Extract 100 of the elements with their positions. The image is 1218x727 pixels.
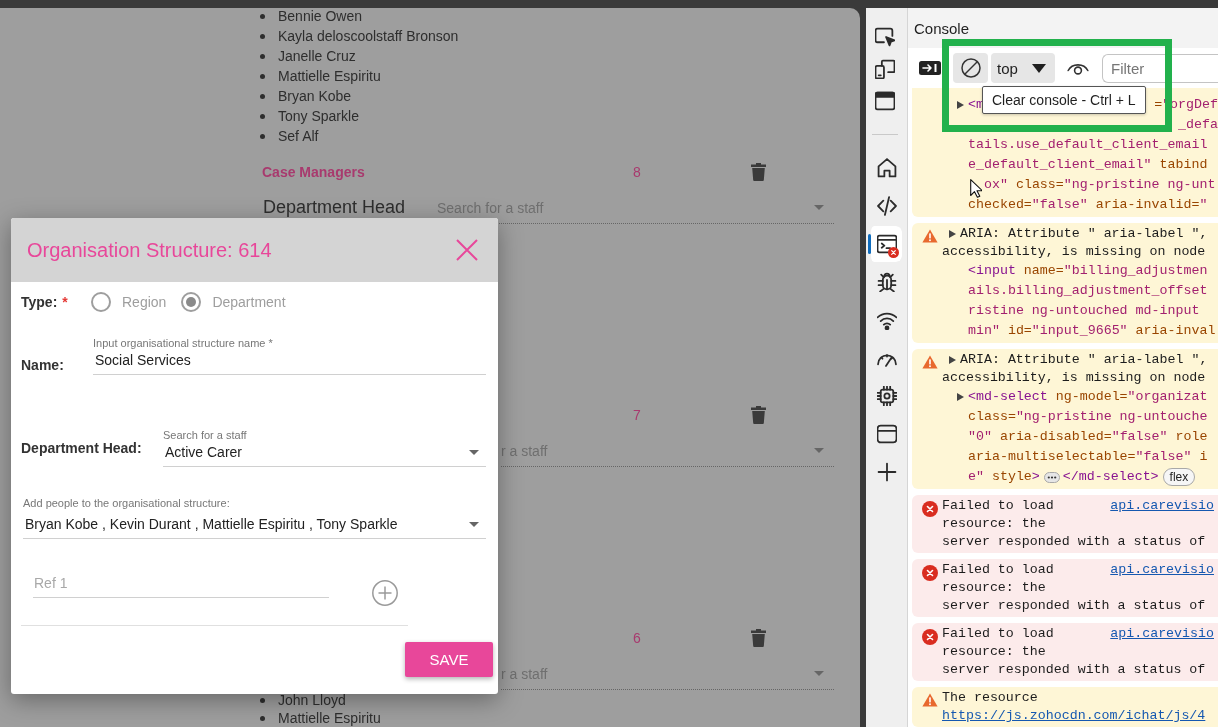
code-icon xyxy=(876,196,897,216)
ellipsis-icon[interactable] xyxy=(1043,471,1060,483)
staff-name: Tony Sparkle xyxy=(278,108,359,124)
message-text: ARIA: Attribute " aria-label ", xyxy=(960,351,1208,369)
disclosure-icon[interactable] xyxy=(957,101,964,109)
caret-icon xyxy=(1032,63,1046,73)
code-text: <input name="billing_adjustmen xyxy=(968,262,1208,280)
bullet-icon xyxy=(260,53,265,59)
cursor-box-icon[interactable] xyxy=(875,27,895,47)
staff-name: Mattielle Espiritu xyxy=(278,710,381,726)
flex-badge[interactable]: flex xyxy=(1162,468,1196,486)
sidebar-toggle-icon[interactable] xyxy=(919,61,941,75)
code-text: "0" aria-disabled="false" role xyxy=(968,428,1208,446)
head-label: Department Head xyxy=(263,196,406,217)
name-label: Name: xyxy=(21,356,64,375)
caret-icon xyxy=(814,671,824,676)
code-text: min" id="input_9665" aria-inval xyxy=(968,322,1216,340)
error-icon xyxy=(922,565,938,581)
tool-tab[interactable] xyxy=(868,226,902,262)
bullet-icon xyxy=(260,133,265,139)
disclosure-icon[interactable] xyxy=(949,230,956,238)
message-text: resource: the xyxy=(942,579,1046,597)
trash-icon[interactable] xyxy=(751,629,766,647)
error-icon xyxy=(922,629,938,645)
bullet-icon xyxy=(260,715,265,721)
devices-icon[interactable] xyxy=(875,59,895,79)
message-text: resource: the xyxy=(942,643,1046,661)
source-link[interactable]: api.carevisio xyxy=(1110,497,1218,515)
bullet-icon xyxy=(260,93,265,99)
head-label: Department Head: xyxy=(21,438,142,458)
message-text: resource: the xyxy=(942,515,1046,533)
source-link[interactable]: api.carevisio xyxy=(1110,625,1218,643)
ref-field[interactable]: Ref 1 xyxy=(33,568,329,598)
code-text: aria-multiselectable="false" i xyxy=(968,448,1208,466)
tooltip: Clear console - Ctrl + L xyxy=(982,86,1146,114)
message-text: accessibility, is missing on node xyxy=(942,369,1206,387)
clear-console-button[interactable] xyxy=(953,53,988,83)
warning-icon xyxy=(922,693,938,707)
message-text: Failed to load xyxy=(942,561,1054,579)
member-count: 6 xyxy=(633,630,642,646)
disclosure-icon[interactable] xyxy=(957,393,964,401)
code-text: e_default_client_email" tabind xyxy=(968,156,1208,174)
caret-icon xyxy=(814,448,824,453)
wifi-icon xyxy=(876,310,897,330)
code-text: _defa xyxy=(1178,116,1218,134)
people-select[interactable]: Add people to the organisational structure: Bryan Kobe , Kevin Durant , Mattielle Espiritu , Tony Sparkle xyxy=(23,496,486,539)
trash-icon[interactable] xyxy=(751,163,766,181)
staff-select[interactable]: Search for a staff Active Carer xyxy=(163,428,486,467)
source-link[interactable]: api.carevisio xyxy=(1110,561,1218,579)
bullet-icon xyxy=(260,113,265,119)
url-link[interactable]: https://js.zohocdn.com/ichat/js/4 xyxy=(942,707,1206,725)
warning-icon xyxy=(922,229,938,243)
save-button[interactable]: SAVE xyxy=(405,642,493,677)
message-text: server responded with a status of xyxy=(942,597,1206,615)
home-icon xyxy=(876,158,897,178)
group-title: Case Managers xyxy=(262,164,365,180)
code-text: <md-select ng-model="organizat xyxy=(968,388,1208,406)
chip-icon xyxy=(876,386,897,406)
code-text: </md-select> xyxy=(1062,468,1159,486)
warning-icon xyxy=(922,355,938,369)
context-select[interactable]: top xyxy=(991,53,1055,83)
name-field[interactable]: Input organisational structure name * Social Services xyxy=(93,336,486,375)
eye-icon[interactable] xyxy=(1067,61,1089,75)
caret-icon xyxy=(469,521,479,527)
message-text: The resource xyxy=(942,689,1038,707)
code-text: ails.billing_adjustment_offset xyxy=(968,282,1208,300)
terminal-icon xyxy=(876,234,897,254)
message-text: Failed to load xyxy=(942,625,1054,643)
trash-icon[interactable] xyxy=(751,406,766,424)
staff-name: Bennie Owen xyxy=(278,8,363,24)
bug-icon xyxy=(876,272,897,292)
caret-icon xyxy=(469,449,479,455)
caret-icon xyxy=(814,205,824,210)
circle-slash-icon xyxy=(960,58,981,78)
staff-name: John Lloyd xyxy=(278,692,346,708)
member-count: 8 xyxy=(633,164,642,180)
message-text: accessibility, is missing on node xyxy=(942,243,1206,261)
panel-title: Console xyxy=(914,19,970,37)
window-bar-icon[interactable] xyxy=(875,91,895,111)
code-text: class="ng-pristine ng-untouche xyxy=(968,408,1208,426)
filter-field[interactable]: Filter xyxy=(1102,53,1218,83)
bullet-icon xyxy=(260,697,265,703)
staff-name: Sef Alf xyxy=(278,128,319,144)
staff-name: Bryan Kobe xyxy=(278,88,352,104)
member-count: 7 xyxy=(633,407,642,423)
staff-name: Mattielle Espiritu xyxy=(278,68,381,84)
staff-name: Janelle Cruz xyxy=(278,48,356,64)
code-text: e" style> xyxy=(968,468,1040,486)
message-text: server responded with a status of xyxy=(942,661,1206,679)
bullet-icon xyxy=(260,33,265,39)
code-text: ristine ng-untouched md-input xyxy=(968,302,1200,320)
bullet-icon xyxy=(260,73,265,79)
staff-name: Kayla deloscoolstaff Bronson xyxy=(278,28,459,44)
required-mark: * xyxy=(62,294,68,310)
type-label: Type: xyxy=(21,293,58,312)
disclosure-icon[interactable] xyxy=(949,356,956,364)
code-text: ox" class="ng-pristine ng-unt xyxy=(984,176,1216,194)
message-text: server responded with a status of xyxy=(942,533,1206,551)
bullet-icon xyxy=(260,13,265,19)
plus-circle-icon[interactable] xyxy=(372,580,398,606)
